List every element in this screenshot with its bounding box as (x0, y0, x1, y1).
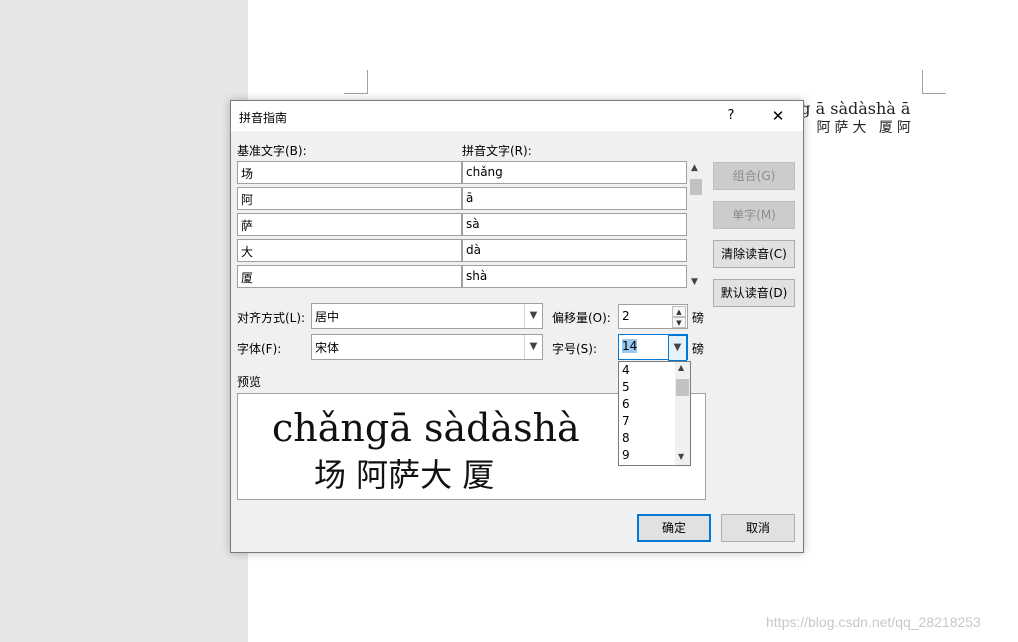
margin-corner-left (344, 70, 368, 94)
chevron-down-icon[interactable]: ▼ (524, 335, 542, 359)
size-select[interactable]: 14 ▼ (618, 334, 688, 361)
preview-label: 预览 (237, 375, 262, 389)
base-cell-4[interactable]: 大 (237, 239, 462, 262)
cancel-button[interactable]: 取消 (721, 514, 795, 542)
phonetic-grid: 场 chǎng 阿 ā 萨 sà 大 dà 厦 shà (237, 161, 687, 292)
scroll-down-icon[interactable]: ▼ (691, 277, 698, 287)
scroll-down-icon[interactable]: ▼ (678, 452, 684, 461)
pinyin-cell-3[interactable]: sà (462, 213, 687, 236)
size-unit: 磅 (692, 342, 705, 356)
align-value: 居中 (315, 310, 340, 324)
dropdown-scrollbar[interactable]: ▲ ▼ (675, 362, 690, 465)
base-cell-1[interactable]: 场 (237, 161, 462, 184)
size-option[interactable]: 4 (622, 363, 630, 377)
base-cell-5[interactable]: 厦 (237, 265, 462, 288)
size-option[interactable]: 7 (622, 414, 630, 428)
spin-down-icon[interactable]: ▼ (672, 317, 686, 328)
pinyin-cell-5[interactable]: shà (462, 265, 687, 288)
scroll-thumb[interactable] (690, 179, 702, 195)
combine-button[interactable]: 组合(G) (713, 162, 795, 190)
size-option[interactable]: 9 (622, 448, 630, 462)
font-value: 宋体 (315, 341, 340, 355)
base-cell-2[interactable]: 阿 (237, 187, 462, 210)
scroll-thumb[interactable] (676, 379, 689, 396)
close-button[interactable]: ✕ (766, 105, 790, 127)
grid-scrollbar[interactable]: ▲ ▼ (689, 161, 704, 292)
size-option[interactable]: 6 (622, 397, 630, 411)
base-cell-3[interactable]: 萨 (237, 213, 462, 236)
chevron-down-icon[interactable]: ▼ (668, 335, 687, 361)
align-label: 对齐方式(L): (237, 311, 306, 325)
chevron-down-icon[interactable]: ▼ (524, 304, 542, 328)
pinyin-text-label: 拼音文字(R): (462, 144, 532, 158)
font-label: 字体(F): (237, 342, 282, 356)
offset-value: 2 (622, 309, 630, 323)
base-text-label: 基准文字(B): (237, 144, 307, 158)
scroll-up-icon[interactable]: ▲ (678, 363, 684, 372)
ok-button[interactable]: 确定 (637, 514, 711, 542)
preview-hanzi: 场 阿萨大 厦 (314, 456, 495, 494)
size-option[interactable]: 5 (622, 380, 630, 394)
pinyin-cell-1[interactable]: chǎng (462, 161, 687, 184)
scroll-up-icon[interactable]: ▲ (691, 163, 698, 173)
offset-label: 偏移量(O): (552, 311, 611, 325)
size-dropdown-list: 4 5 6 7 8 9 ▲ ▼ (618, 361, 691, 466)
pinyin-cell-4[interactable]: dà (462, 239, 687, 262)
dialog-title: 拼音指南 (239, 111, 288, 125)
spin-up-icon[interactable]: ▲ (672, 306, 686, 317)
align-select[interactable]: 居中 ▼ (311, 303, 543, 329)
document-pinyin-line: ng ā sàdàshà ā (790, 99, 911, 118)
size-option[interactable]: 8 (622, 431, 630, 445)
dialog-titlebar: 拼音指南 ? ✕ (231, 101, 803, 131)
font-select[interactable]: 宋体 ▼ (311, 334, 543, 360)
size-value: 14 (622, 339, 638, 353)
help-button[interactable]: ? (721, 105, 741, 127)
left-gutter (0, 0, 248, 642)
document-hanzi-line: 场 阿萨大 厦阿 (790, 120, 915, 136)
size-label: 字号(S): (552, 342, 598, 356)
pinyin-cell-2[interactable]: ā (462, 187, 687, 210)
watermark: https://blog.csdn.net/qq_28218253 (766, 614, 981, 630)
offset-unit: 磅 (692, 311, 705, 325)
preview-pinyin: chǎngā sàdàshà (272, 406, 580, 450)
offset-spinner[interactable]: 2 ▲ ▼ (618, 304, 688, 329)
margin-corner-right (922, 70, 946, 94)
single-char-button[interactable]: 单字(M) (713, 201, 795, 229)
clear-reading-button[interactable]: 清除读音(C) (713, 240, 795, 268)
default-reading-button[interactable]: 默认读音(D) (713, 279, 795, 307)
phonetic-guide-dialog: 拼音指南 ? ✕ 基准文字(B): 拼音文字(R): 场 chǎng 阿 ā 萨… (230, 100, 804, 553)
